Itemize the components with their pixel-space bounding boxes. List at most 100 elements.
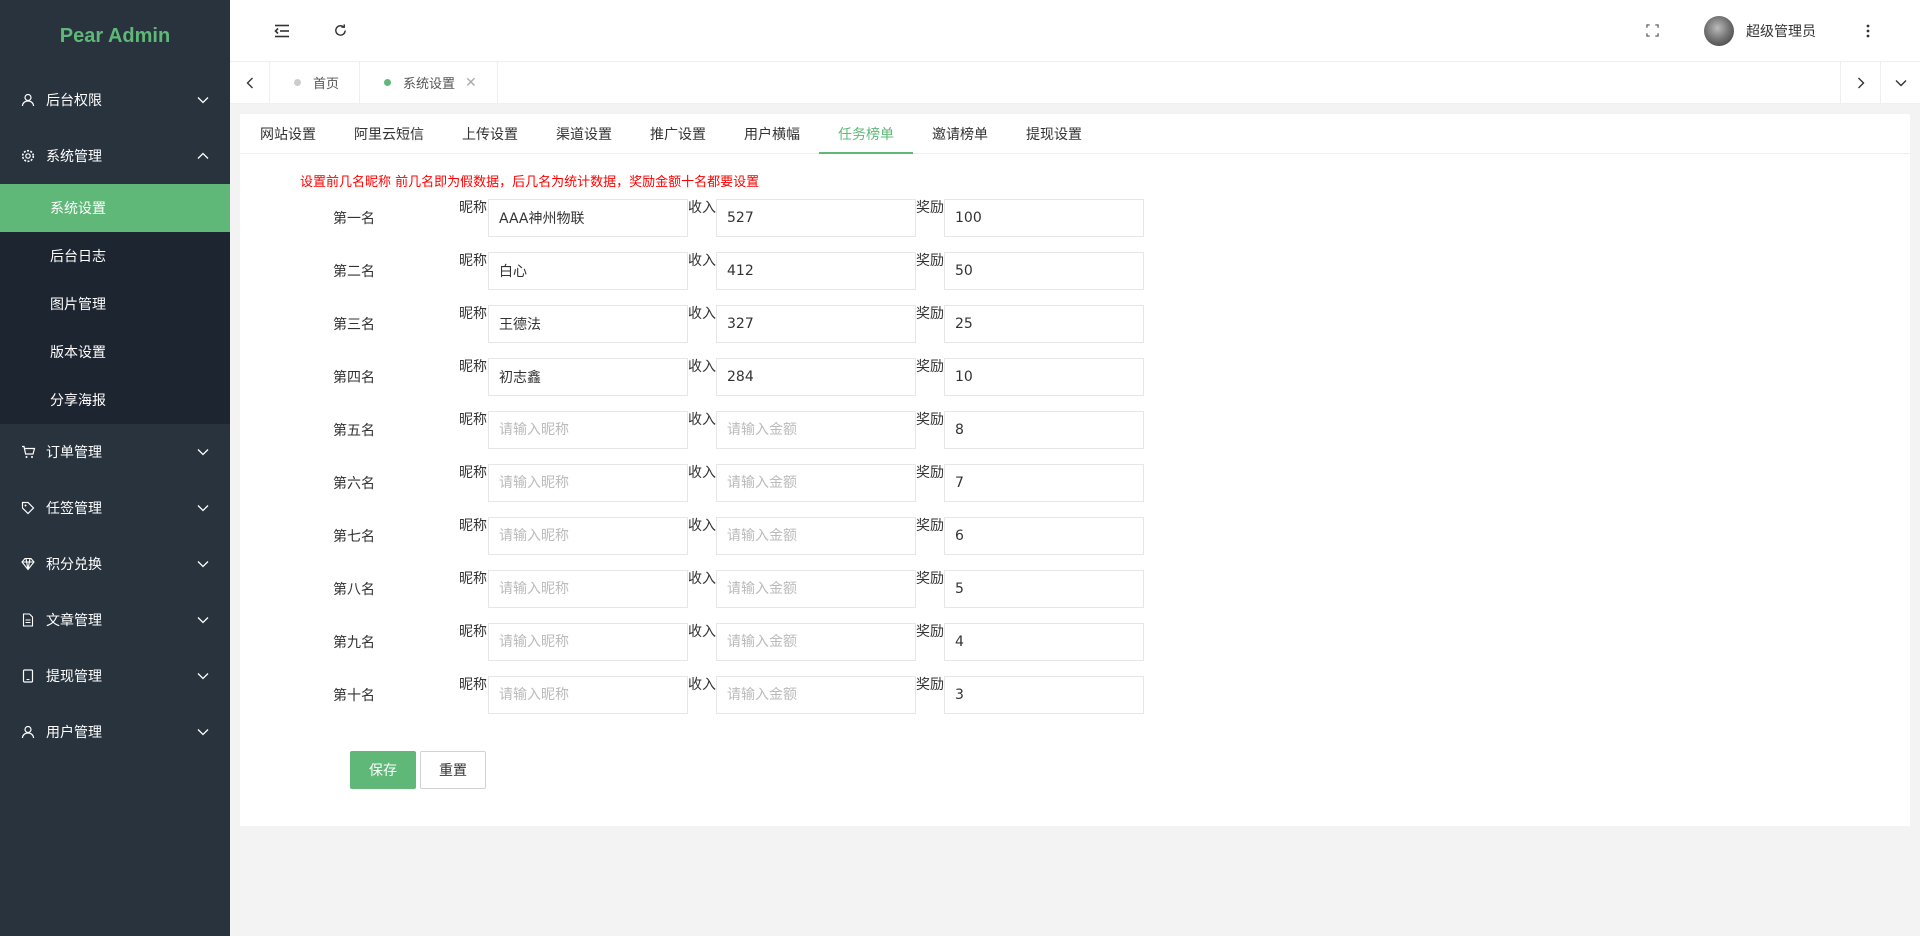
ranking-row: 第七名 昵称 收入 奖励 — [240, 509, 1910, 562]
sidebar-item[interactable]: 系统管理 — [0, 128, 230, 184]
fullscreen-icon[interactable] — [1640, 19, 1664, 43]
sidebar-subitem[interactable]: 分享海报 — [0, 376, 230, 424]
reward-input[interactable] — [944, 357, 1144, 396]
tab-dropdown-icon[interactable] — [1880, 62, 1920, 103]
ranking-row: 第六名 昵称 收入 奖励 — [240, 456, 1910, 509]
form-actions: 保存 重置 — [240, 751, 1910, 789]
sidebar-item[interactable]: 文章管理 — [0, 592, 230, 648]
nickname-label: 昵称 — [459, 571, 487, 587]
sidebar-item[interactable]: 订单管理 — [0, 424, 230, 480]
income-input[interactable] — [716, 675, 916, 714]
nickname-label: 昵称 — [459, 677, 487, 693]
nickname-input[interactable] — [488, 569, 688, 608]
sidebar-item-label: 文章管理 — [46, 613, 102, 629]
reward-label: 奖励 — [916, 306, 944, 322]
page-tab-label: 系统设置 — [403, 77, 456, 92]
reward-label: 奖励 — [916, 412, 944, 428]
reward-label: 奖励 — [916, 571, 944, 587]
nickname-input[interactable] — [488, 304, 688, 343]
chevron-down-icon — [196, 445, 210, 459]
income-label: 收入 — [688, 253, 716, 269]
settings-tab[interactable]: 用户横幅 — [725, 114, 819, 153]
ranking-form: 第一名昵称收入奖励第二名昵称收入奖励第三名昵称收入奖励第四名昵称收入奖励第五名昵… — [240, 191, 1910, 721]
page-tab-bar: 首页 系统设置 ✕ — [230, 62, 1920, 104]
nickname-label: 昵称 — [459, 412, 487, 428]
settings-tab[interactable]: 邀请榜单 — [913, 114, 1007, 153]
income-input[interactable] — [716, 622, 916, 661]
income-label: 收入 — [688, 677, 716, 693]
income-label: 收入 — [688, 518, 716, 534]
sidebar-subitem[interactable]: 图片管理 — [0, 280, 230, 328]
tag-icon — [20, 500, 36, 516]
reward-input[interactable] — [944, 622, 1144, 661]
income-input[interactable] — [716, 463, 916, 502]
app-logo: Pear Admin — [59, 24, 171, 47]
nickname-label: 昵称 — [459, 306, 487, 322]
reward-input[interactable] — [944, 304, 1144, 343]
sidebar-subitem[interactable]: 后台日志 — [0, 232, 230, 280]
nickname-input[interactable] — [488, 357, 688, 396]
sidebar-item[interactable]: 用户管理 — [0, 704, 230, 760]
settings-tabs: 网站设置 阿里云短信 上传设置 渠道设置 推广设置 用户横幅 任务榜单 邀请榜单 提现设置 — [240, 114, 1910, 154]
nickname-input[interactable] — [488, 251, 688, 290]
income-input[interactable] — [716, 304, 916, 343]
rank-label: 第二名 — [333, 263, 375, 280]
ranking-row: 第二名 昵称 收入 奖励 — [240, 244, 1910, 297]
reward-label: 奖励 — [916, 677, 944, 693]
rank-label: 第四名 — [333, 369, 375, 386]
rank-label: 第三名 — [333, 316, 375, 333]
page-tab[interactable]: 系统设置 ✕ — [360, 62, 498, 103]
settings-tab[interactable]: 推广设置 — [631, 114, 725, 153]
income-input[interactable] — [716, 198, 916, 237]
settings-tab[interactable]: 任务榜单 — [819, 114, 913, 154]
settings-tab[interactable]: 网站设置 — [260, 114, 335, 153]
ranking-row: 第三名 昵称 收入 奖励 — [240, 297, 1910, 350]
reward-input[interactable] — [944, 198, 1144, 237]
settings-tab[interactable]: 上传设置 — [443, 114, 537, 153]
nickname-input[interactable] — [488, 198, 688, 237]
nickname-input[interactable] — [488, 622, 688, 661]
settings-tab[interactable]: 渠道设置 — [537, 114, 631, 153]
rank-label: 第十名 — [333, 687, 375, 704]
income-input[interactable] — [716, 569, 916, 608]
reward-input[interactable] — [944, 251, 1144, 290]
nickname-input[interactable] — [488, 516, 688, 555]
income-input[interactable] — [716, 516, 916, 555]
save-button[interactable]: 保存 — [350, 751, 416, 789]
nickname-input[interactable] — [488, 463, 688, 502]
reward-input[interactable] — [944, 410, 1144, 449]
chevron-down-icon — [196, 669, 210, 683]
reset-button[interactable]: 重置 — [420, 751, 486, 789]
sidebar-item[interactable]: 积分兑换 — [0, 536, 230, 592]
user-name[interactable]: 超级管理员 — [1746, 21, 1816, 41]
close-icon[interactable]: ✕ — [465, 75, 477, 91]
sidebar-subitem[interactable]: 系统设置 — [0, 184, 230, 232]
sidebar-item[interactable]: 提现管理 — [0, 648, 230, 704]
avatar[interactable] — [1704, 15, 1734, 46]
nickname-input[interactable] — [488, 675, 688, 714]
tab-scroll-right-icon[interactable] — [1840, 62, 1880, 103]
more-vertical-icon[interactable] — [1856, 19, 1880, 43]
ranking-row: 第九名 昵称 收入 奖励 — [240, 615, 1910, 668]
income-input[interactable] — [716, 357, 916, 396]
sidebar-item-label: 积分兑换 — [46, 557, 102, 573]
form-notice: 设置前几名昵称 前几名即为假数据，后几名为统计数据，奖励金额十名都要设置 — [300, 175, 760, 190]
tab-scroll-left-icon[interactable] — [230, 62, 270, 103]
settings-tab[interactable]: 阿里云短信 — [335, 114, 443, 153]
refresh-icon[interactable] — [328, 19, 352, 43]
sidebar-item[interactable]: 后台权限 — [0, 72, 230, 128]
nickname-label: 昵称 — [459, 624, 487, 640]
page-tab[interactable]: 首页 — [270, 62, 361, 103]
income-input[interactable] — [716, 410, 916, 449]
reward-label: 奖励 — [916, 253, 944, 269]
sidebar-item[interactable]: 任签管理 — [0, 480, 230, 536]
reward-input[interactable] — [944, 516, 1144, 555]
reward-input[interactable] — [944, 675, 1144, 714]
settings-tab[interactable]: 提现设置 — [1007, 114, 1101, 153]
nickname-input[interactable] — [488, 410, 688, 449]
reward-input[interactable] — [944, 463, 1144, 502]
sidebar-subitem[interactable]: 版本设置 — [0, 328, 230, 376]
menu-collapse-icon[interactable] — [270, 19, 294, 43]
reward-input[interactable] — [944, 569, 1144, 608]
income-input[interactable] — [716, 251, 916, 290]
